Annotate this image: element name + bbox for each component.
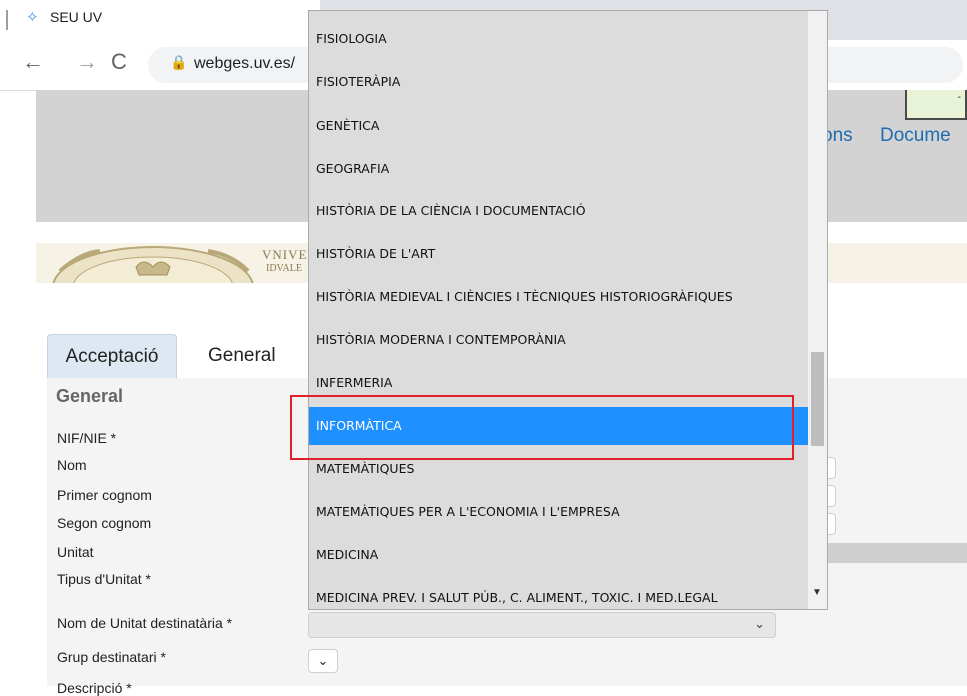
- logo-mark-icon: -: [957, 92, 961, 103]
- dropdown-option[interactable]: HISTÒRIA MODERNA I CONTEMPORÀNIA: [309, 321, 809, 359]
- scrollbar-thumb[interactable]: [811, 352, 824, 446]
- unit-dropdown-list[interactable]: FISIOLOGIA FISIOTERÀPIA GENÈTICA GEOGRAF…: [308, 10, 828, 610]
- unitat-field: [826, 543, 967, 563]
- tab-separator: [6, 10, 8, 30]
- dropdown-option[interactable]: FISIOTERÀPIA: [309, 63, 809, 101]
- segon-cognom-label: Segon cognom: [57, 515, 152, 531]
- chevron-down-icon: ⌄: [317, 653, 329, 668]
- dropdown-option[interactable]: FISIOLOGIA: [309, 20, 809, 58]
- nom-unitat-label: Nom de Unitat destinatària *: [57, 615, 233, 631]
- nom-unitat-select[interactable]: ⌄: [308, 612, 776, 638]
- dropdown-option[interactable]: MEDICINA: [309, 536, 809, 574]
- tab-title: SEU UV: [50, 9, 103, 25]
- tab-acceptacio[interactable]: Acceptació: [47, 334, 177, 378]
- nif-label: NIF/NIE *: [57, 430, 117, 446]
- tab-general[interactable]: General: [190, 334, 310, 378]
- back-arrow-icon[interactable]: ←: [22, 49, 44, 75]
- dropdown-option[interactable]: HISTÒRIA DE L'ART: [309, 235, 809, 273]
- scroll-down-arrow-icon[interactable]: ▼: [812, 587, 822, 598]
- dropdown-option[interactable]: MATEMÀTIQUES PER A L'ECONOMIA I L'EMPRES…: [309, 493, 809, 531]
- url-text[interactable]: webges.uv.es/: [194, 55, 295, 73]
- dropdown-option[interactable]: GEOGRAFIA: [309, 150, 809, 188]
- dropdown-option[interactable]: HISTÒRIA DE LA CIÈNCIA I DOCUMENTACIÓ: [309, 192, 809, 230]
- grup-select[interactable]: ⌄: [308, 649, 338, 673]
- dropdown-option[interactable]: HISTÒRIA MEDIEVAL I CIÈNCIES I TÈCNIQUES…: [309, 278, 809, 316]
- reload-icon[interactable]: C: [111, 49, 127, 75]
- nav-link-documents[interactable]: Docume: [880, 125, 951, 147]
- header-logo-box: -: [905, 90, 967, 120]
- grup-label: Grup destinatari *: [57, 649, 166, 665]
- dropdown-option[interactable]: MEDICINA PREV. I SALUT PÚB., C. ALIMENT.…: [309, 579, 809, 609]
- dropdown-option[interactable]: GENÈTICA: [309, 107, 809, 145]
- forward-arrow-icon[interactable]: →: [76, 49, 98, 75]
- dropdown-scrollbar[interactable]: ▼: [808, 11, 827, 609]
- chevron-down-icon: ⌄: [754, 616, 765, 631]
- highlight-annotation: [290, 395, 794, 460]
- descripcio-label: Descripció *: [57, 680, 132, 696]
- unitat-label: Unitat: [57, 544, 94, 560]
- university-name-line2: IDVALE: [266, 263, 302, 274]
- tipus-unitat-label: Tipus d'Unitat *: [57, 571, 151, 587]
- nom-label: Nom: [57, 457, 87, 473]
- tab-favicon-icon: ✧: [26, 9, 39, 26]
- primer-cognom-label: Primer cognom: [57, 487, 152, 503]
- university-seal-icon: [52, 246, 254, 283]
- browser-tab[interactable]: [0, 0, 320, 40]
- lock-icon[interactable]: 🔒: [170, 54, 187, 71]
- form-section-title: General: [56, 386, 124, 406]
